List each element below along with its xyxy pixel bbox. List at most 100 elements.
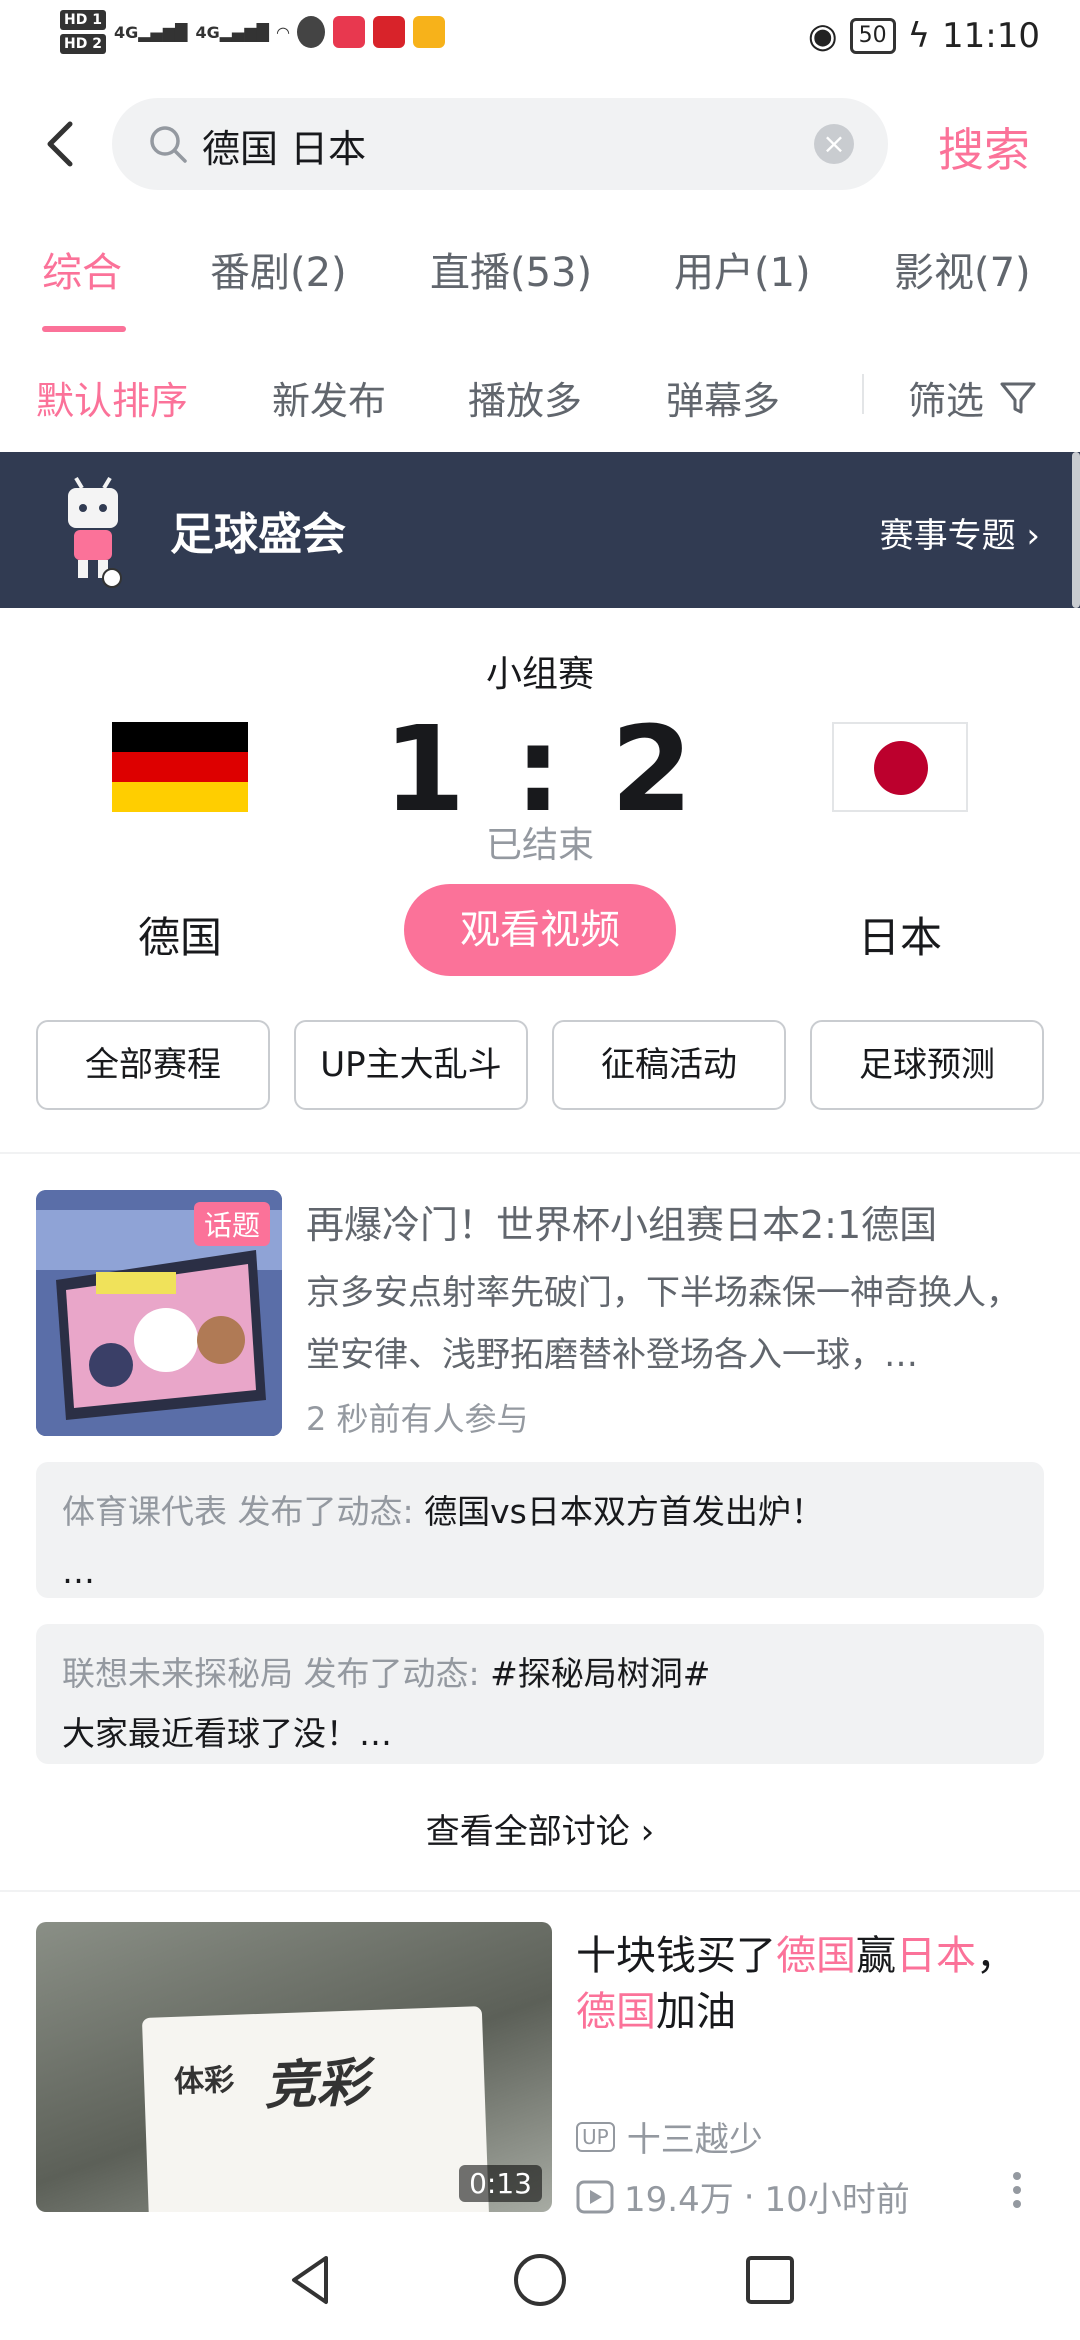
video-title-part: 十块钱买了 [576, 1933, 776, 1979]
video-duration: 0:13 [459, 2165, 542, 2202]
video-thumbnail[interactable]: 体彩 竞彩 0:13 [36, 1922, 552, 2212]
home-team-name: 德国 [137, 913, 222, 962]
topic-thumbnail[interactable]: 话题 [36, 1190, 282, 1436]
chevron-right-icon: › [640, 1812, 655, 1852]
event-topic-label: 赛事专题 [879, 516, 1016, 556]
charging-icon: ϟ [907, 16, 931, 56]
receipt-image: 体彩 竞彩 [141, 2006, 491, 2212]
sort-divider [862, 374, 864, 414]
eye-icon: ◉ [807, 16, 838, 56]
discussion-post[interactable]: 联想未来探秘局 发布了动态: #探秘局树洞# 大家最近看球了没！… [36, 1624, 1044, 1764]
view-count: 19.4万 [624, 2180, 734, 2220]
filter-icon [1000, 382, 1036, 413]
sort-most-danmaku[interactable]: 弹幕多 [666, 370, 780, 425]
divider [0, 1152, 1080, 1154]
banner-title: 足球盛会 [170, 509, 346, 560]
tab-all[interactable]: 综合 [42, 240, 122, 298]
filter-button[interactable]: 筛选 [908, 370, 1038, 425]
active-tab-indicator [42, 326, 126, 332]
clock: 11:10 [942, 16, 1040, 56]
match-stage: 小组赛 [485, 654, 594, 695]
tab-live[interactable]: 直播(53) [430, 240, 592, 298]
search-button[interactable]: 搜索 [938, 114, 1030, 180]
notes-app-icon [413, 16, 446, 48]
sort-default[interactable]: 默认排序 [36, 370, 188, 425]
video-stats: 19.4万 · 10小时前 [576, 2172, 910, 2221]
nav-back-icon[interactable] [280, 2250, 340, 2310]
signal-2-label: 4G [195, 22, 220, 42]
signal-1-label: 4G [113, 22, 139, 42]
back-arrow-icon[interactable] [40, 118, 84, 170]
post-author: 联想未来探秘局 发布了动态: [62, 1654, 480, 1693]
video-title-part: ， [976, 1933, 1016, 1979]
topic-badge: 话题 [193, 1202, 270, 1246]
tab-film[interactable]: 影视(7) [894, 240, 1031, 298]
qq-icon [297, 16, 326, 48]
up-badge-icon: UP [576, 2121, 615, 2152]
play-count-icon [576, 2180, 614, 2213]
divider [0, 1890, 1080, 1892]
chip-full-schedule[interactable]: 全部赛程 [36, 1020, 270, 1110]
sort-newest[interactable]: 新发布 [272, 370, 386, 425]
event-banner[interactable]: 足球盛会 赛事专题 › [0, 452, 1080, 608]
video-title-part: 加油 [656, 1989, 736, 2035]
sort-options: 默认排序 新发布 播放多 弹幕多 筛选 [0, 362, 1080, 432]
video-title-highlight: 德国 [776, 1933, 856, 1979]
video-time: 10小时前 [764, 2180, 910, 2220]
receipt-text: 体彩 [173, 2062, 235, 2100]
search-header: 德国 日本 × 搜索 [0, 98, 1080, 190]
topic-description: 京多安点射率先破门，下半场森保一神奇换人，堂安律、浅野拓磨替补登场各入一球，… [306, 1273, 1020, 1375]
clear-search-icon[interactable]: × [814, 124, 854, 164]
uploader-name: 十三越少 [626, 2120, 763, 2160]
news-app-icon [373, 16, 406, 48]
stats-separator: · [743, 2176, 755, 2217]
receipt-brand: 竞彩 [263, 2053, 370, 2117]
chip-football-prediction[interactable]: 足球预测 [810, 1020, 1044, 1110]
tab-users[interactable]: 用户(1) [674, 240, 811, 298]
sort-most-played[interactable]: 播放多 [468, 370, 582, 425]
chip-submission-event[interactable]: 征稿活动 [552, 1020, 786, 1110]
see-all-discussion-link[interactable]: 查看全部讨论 › [0, 1804, 1080, 1853]
search-query: 德国 日本 [202, 127, 367, 171]
signal-2-icon: 4G▂▄▆█ [195, 22, 269, 42]
status-indicators: HD 1 HD 2 4G▂▄▆█ 4G▂▄▆█ ◠ [60, 10, 446, 54]
watch-video-button[interactable]: 观看视频 [404, 884, 676, 976]
hd1-indicator: HD 1 [60, 10, 106, 30]
match-status: 已结束 [485, 825, 594, 866]
more-options-icon[interactable] [994, 2170, 1040, 2210]
nav-recent-apps-icon[interactable] [740, 2250, 800, 2310]
video-uploader[interactable]: UP 十三越少 [576, 2112, 763, 2161]
video-title-part: 赢 [856, 1933, 896, 1979]
video-title-highlight: 日本 [896, 1933, 976, 1979]
battery-level: 50 [849, 18, 896, 54]
nav-home-icon[interactable] [510, 2250, 570, 2310]
post-content-continued: … [62, 1552, 95, 1591]
see-all-label: 查看全部讨论 [425, 1812, 630, 1852]
event-topic-link[interactable]: 赛事专题 › [880, 508, 1040, 557]
topic-title[interactable]: 再爆冷门！世界杯小组赛日本2:1德国 [306, 1194, 1046, 1249]
topic-meta: 2 秒前有人参与 [306, 1400, 529, 1438]
discussion-post[interactable]: 体育课代表 发布了动态: 德国vs日本双方首发出炉！ … [36, 1462, 1044, 1598]
hd2-indicator: HD 2 [60, 34, 106, 54]
wifi-icon: ◠ [276, 22, 290, 42]
away-team-name: 日本 [857, 913, 942, 962]
tab-anime[interactable]: 番剧(2) [210, 240, 347, 298]
post-author: 体育课代表 发布了动态: [62, 1492, 414, 1531]
filter-label: 筛选 [908, 379, 985, 423]
event-chips: 全部赛程 UP主大乱斗 征稿活动 足球预测 [36, 1020, 1044, 1110]
book-app-icon [333, 16, 366, 48]
scrollbar[interactable] [1072, 452, 1080, 608]
status-right: ◉ 50 ϟ 11:10 [808, 16, 1040, 56]
status-bar: HD 1 HD 2 4G▂▄▆█ 4G▂▄▆█ ◠ ◉ 50 ϟ 11:10 [0, 0, 1080, 80]
post-content: 德国vs日本双方首发出炉！ [424, 1492, 824, 1531]
post-content: #探秘局树洞# [490, 1654, 711, 1693]
search-input[interactable]: 德国 日本 × [112, 98, 888, 190]
mascot-icon [58, 476, 128, 588]
post-content-continued: 大家最近看球了没！… [62, 1714, 392, 1753]
search-icon [144, 120, 192, 168]
chevron-right-icon: › [1026, 516, 1040, 556]
system-nav-bar [0, 2220, 1080, 2340]
video-title[interactable]: 十块钱买了德国赢日本，德国加油 [576, 1928, 1046, 2040]
hd-indicators: HD 1 HD 2 [60, 10, 106, 54]
chip-up-brawl[interactable]: UP主大乱斗 [294, 1020, 528, 1110]
